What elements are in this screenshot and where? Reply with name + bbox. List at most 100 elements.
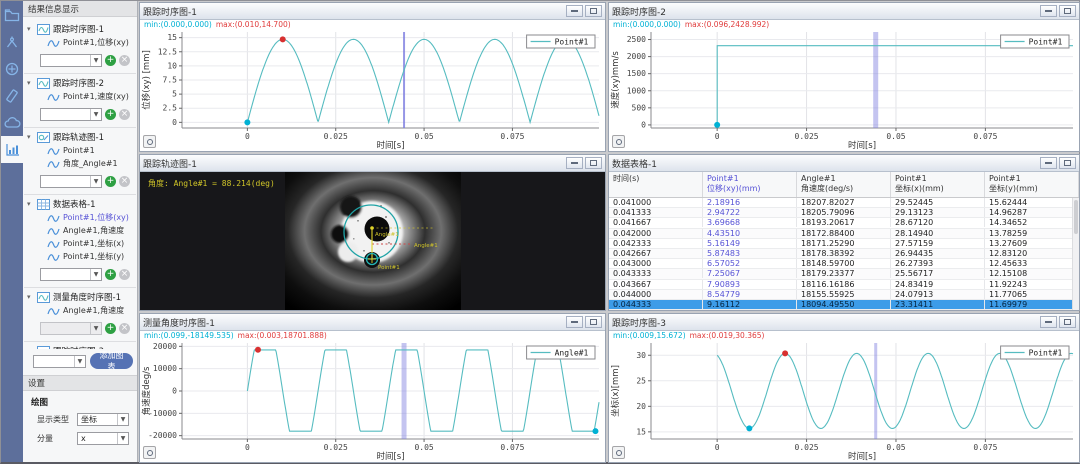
series-combobox[interactable]: ▼ bbox=[40, 175, 102, 188]
svg-text:0.075: 0.075 bbox=[973, 132, 997, 141]
table-cell: 0.043000 bbox=[609, 259, 703, 268]
minimize-button[interactable] bbox=[566, 316, 583, 328]
svg-text:2000: 2000 bbox=[627, 52, 646, 61]
chevron-down-icon[interactable]: ▾ bbox=[27, 133, 34, 141]
reset-view-button[interactable] bbox=[143, 135, 156, 148]
maximize-button[interactable] bbox=[1059, 5, 1076, 17]
remove-series-button[interactable]: × bbox=[119, 109, 130, 120]
remove-series-button[interactable]: × bbox=[119, 323, 130, 334]
remove-series-button[interactable]: × bbox=[119, 176, 130, 187]
svg-text:0.05: 0.05 bbox=[886, 443, 905, 452]
table-row[interactable]: 0.0420004.4351018172.8840028.1494013.782… bbox=[609, 229, 1079, 239]
table-row[interactable]: 0.0413332.9472218205.7909629.1312314.962… bbox=[609, 208, 1079, 218]
table-column-header[interactable]: 时间(s) bbox=[609, 172, 703, 197]
tree-group-header[interactable]: ▾跟踪时序图-1 bbox=[24, 22, 136, 36]
add-series-button[interactable]: + bbox=[105, 323, 116, 334]
table-column-header[interactable]: Point#1坐标(y)(mm) bbox=[985, 172, 1079, 197]
component-select[interactable]: x▼ bbox=[77, 432, 129, 445]
add-series-button[interactable]: + bbox=[105, 55, 116, 66]
minimize-button[interactable] bbox=[1040, 316, 1057, 328]
chevron-down-icon[interactable]: ▾ bbox=[27, 293, 34, 301]
video-viewport[interactable]: 角度: Angle#1 = 88.214(deg) bbox=[140, 172, 605, 310]
table-cell: 24.83419 bbox=[891, 280, 985, 289]
reset-view-button[interactable] bbox=[612, 135, 625, 148]
cloud-icon[interactable] bbox=[1, 109, 23, 136]
chart-canvas[interactable]: 00.0250.050.07505001000150020002500时间[s]… bbox=[609, 20, 1079, 151]
remove-series-button[interactable]: × bbox=[119, 269, 130, 280]
table-scrollbar[interactable] bbox=[1072, 198, 1079, 310]
tree-item-label: Angle#1,角速度 bbox=[63, 305, 124, 316]
folder-icon[interactable] bbox=[1, 1, 23, 28]
minimize-button[interactable] bbox=[1040, 5, 1057, 17]
tree-group-label: 测量角度时序图-1 bbox=[53, 291, 121, 303]
table-row[interactable]: 0.0436677.9089318116.1618624.8341911.922… bbox=[609, 280, 1079, 290]
chevron-down-icon[interactable]: ▾ bbox=[27, 79, 34, 87]
svg-text:15: 15 bbox=[167, 33, 177, 42]
add-series-button[interactable]: + bbox=[105, 176, 116, 187]
table-row[interactable]: 0.0443339.1611218094.4955023.3141111.699… bbox=[609, 300, 1079, 310]
maximize-button[interactable] bbox=[585, 316, 602, 328]
chart-canvas[interactable]: 00.0250.050.07502.557.51012.515时间[s]位移(x… bbox=[140, 20, 605, 151]
remove-series-button[interactable]: × bbox=[119, 55, 130, 66]
chevron-down-icon[interactable]: ▾ bbox=[27, 200, 34, 208]
maximize-button[interactable] bbox=[1059, 316, 1076, 328]
tree-item[interactable]: Point#1,坐标(x) bbox=[24, 237, 136, 250]
tag-icon[interactable] bbox=[1, 82, 23, 109]
reset-view-button[interactable] bbox=[143, 446, 156, 459]
panel-title: 跟踪轨迹图-1 bbox=[143, 157, 564, 170]
table-cell: 13.78259 bbox=[985, 229, 1079, 238]
svg-text:1500: 1500 bbox=[627, 69, 646, 78]
table-row[interactable]: 0.0426675.8748318178.3839226.9443512.831… bbox=[609, 249, 1079, 259]
tree-group-header[interactable]: ▾数据表格-1 bbox=[24, 197, 136, 211]
table-column-header[interactable]: Angle#1角速度(deg/s) bbox=[797, 172, 891, 197]
table-cell: 24.07913 bbox=[891, 290, 985, 299]
chart-panel-icon[interactable] bbox=[1, 136, 23, 163]
target-icon[interactable] bbox=[1, 55, 23, 82]
table-row[interactable]: 0.0410002.1891618207.8202729.5244515.624… bbox=[609, 198, 1079, 208]
panel-time-series-1: 跟踪时序图-1 min:(0.000,0.000)max:(0.010,14.7… bbox=[139, 2, 606, 152]
series-combobox[interactable]: ▼ bbox=[40, 268, 102, 281]
maximize-button[interactable] bbox=[585, 5, 602, 17]
tree-item[interactable]: Angle#1,角速度 bbox=[24, 224, 136, 237]
table-cell: 18207.82027 bbox=[797, 198, 891, 207]
table-row[interactable]: 0.0430006.5705218148.5970026.2739312.456… bbox=[609, 259, 1079, 269]
add-chart-combobox[interactable]: ▼ bbox=[33, 355, 86, 368]
reset-view-button[interactable] bbox=[612, 446, 625, 459]
series-combobox[interactable]: ▼ bbox=[40, 108, 102, 121]
chart-canvas[interactable]: 00.0250.050.07515202530时间[s]坐标(x)[mm]Poi… bbox=[609, 331, 1079, 462]
chevron-down-icon[interactable]: ▾ bbox=[27, 25, 34, 33]
table-row[interactable]: 0.0423335.1614918171.2529027.5715913.276… bbox=[609, 239, 1079, 249]
table-cell: 0.044000 bbox=[609, 290, 703, 299]
minimize-button[interactable] bbox=[566, 5, 583, 17]
tree-group-header[interactable]: ▾ 测量角度时序图-1 bbox=[24, 290, 136, 304]
series-combobox[interactable]: ▼ bbox=[40, 322, 102, 335]
chart-canvas[interactable]: 00.0250.050.075-20000-1000001000020000时间… bbox=[140, 331, 605, 462]
tree-group-header[interactable]: ▾跟踪轨迹图-1 bbox=[24, 130, 136, 144]
panel-time-series-3: 跟踪时序图-3 min:(0.009,15.672)max:(0.019,30.… bbox=[608, 313, 1080, 463]
table-column-header[interactable]: Point#1坐标(x)(mm) bbox=[891, 172, 985, 197]
table-row[interactable]: 0.0416673.6966818193.2061728.6712014.346… bbox=[609, 218, 1079, 228]
tree-group: ▾跟踪时序图-1Point#1,位移(xy)▼+× bbox=[24, 20, 136, 74]
scrollbar-thumb[interactable] bbox=[1074, 200, 1078, 234]
display-type-select[interactable]: 坐标▼ bbox=[77, 413, 129, 426]
minmax-readout: min:(0.000,0.000)max:(0.096,2428.992) bbox=[613, 20, 769, 29]
minimize-button[interactable] bbox=[566, 157, 583, 169]
table-cell: 18148.59700 bbox=[797, 259, 891, 268]
series-combobox[interactable]: ▼ bbox=[40, 54, 102, 67]
add-chart-button[interactable]: 添加图表 bbox=[90, 353, 133, 369]
maximize-button[interactable] bbox=[1059, 157, 1076, 169]
tree-group: ▾ 测量角度时序图-1 Angle#1,角速度 ▼+× bbox=[24, 288, 136, 342]
table-cell: 12.45633 bbox=[985, 259, 1079, 268]
table-cell: 14.96287 bbox=[985, 208, 1079, 217]
tree-item[interactable]: 角度_Angle#1 bbox=[24, 157, 136, 170]
add-series-button[interactable]: + bbox=[105, 109, 116, 120]
table-column-header[interactable]: Point#1位移(xy)(mm) bbox=[703, 172, 797, 197]
tree-item[interactable]: Point#1,坐标(y) bbox=[24, 250, 136, 263]
minimize-button[interactable] bbox=[1040, 157, 1057, 169]
table-row[interactable]: 0.0440008.5477918155.5592524.0791311.770… bbox=[609, 290, 1079, 300]
table-row[interactable]: 0.0433337.2506718179.2337725.5671712.151… bbox=[609, 269, 1079, 279]
maximize-button[interactable] bbox=[585, 157, 602, 169]
add-series-button[interactable]: + bbox=[105, 269, 116, 280]
tree-group-header[interactable]: ▾跟踪时序图-2 bbox=[24, 76, 136, 90]
tripod-icon[interactable] bbox=[1, 28, 23, 55]
